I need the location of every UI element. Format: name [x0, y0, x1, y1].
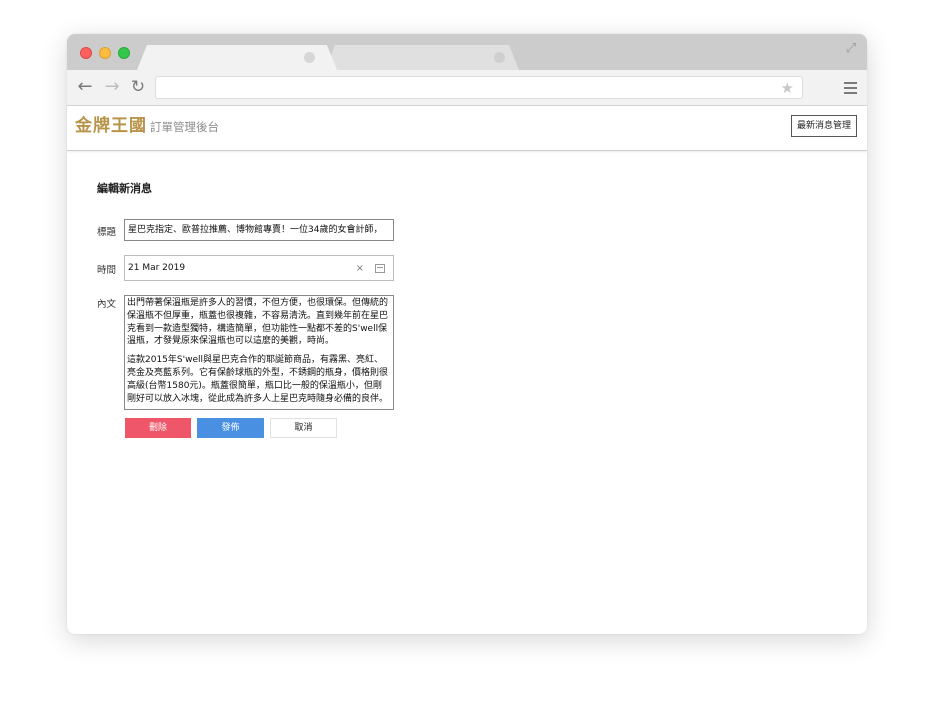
- tab-close-icon[interactable]: [304, 52, 315, 63]
- title-input[interactable]: 星巴克指定、歐普拉推薦、博物館專賣！一位34歲的女會計師，: [124, 219, 394, 241]
- delete-button[interactable]: 刪除: [125, 418, 191, 438]
- tab-bar: ⤢: [67, 34, 867, 70]
- menu-icon[interactable]: [844, 82, 857, 97]
- news-management-button[interactable]: 最新消息管理: [790, 115, 857, 137]
- calendar-icon[interactable]: [375, 264, 385, 273]
- browser-window: ⤢ ← → ↻ ★ 金牌王國 訂單管理後台 最新消息管理 編輯新消息 標題 星巴…: [67, 34, 867, 634]
- zoom-window-button[interactable]: [118, 47, 130, 59]
- body-label: 內文: [97, 299, 117, 310]
- title-label: 標題: [97, 227, 117, 238]
- bookmark-star-icon[interactable]: ★: [781, 79, 794, 97]
- date-value: 21 Mar 2019: [128, 263, 186, 273]
- minimize-window-button[interactable]: [99, 47, 111, 59]
- main-content: 編輯新消息 標題 星巴克指定、歐普拉推薦、博物館專賣！一位34歲的女會計師， 時…: [67, 151, 867, 634]
- app-subtitle: 訂單管理後台: [150, 120, 219, 134]
- address-bar[interactable]: ★: [155, 76, 803, 99]
- body-paragraph: 出門帶著保溫瓶是許多人的習慣，不但方便，也很環保。但傳統的保溫瓶不但厚重，瓶蓋也…: [127, 298, 389, 347]
- reload-icon[interactable]: ↻: [128, 76, 148, 98]
- cancel-button[interactable]: 取消: [270, 418, 337, 438]
- date-picker[interactable]: 21 Mar 2019 ×: [124, 255, 394, 281]
- back-icon[interactable]: ←: [75, 76, 95, 98]
- body-textarea[interactable]: 出門帶著保溫瓶是許多人的習慣，不但方便，也很環保。但傳統的保溫瓶不但厚重，瓶蓋也…: [124, 295, 394, 410]
- fullscreen-icon[interactable]: ⤢: [843, 41, 859, 57]
- clear-date-icon[interactable]: ×: [356, 257, 364, 281]
- brand-logo[interactable]: 金牌王國: [75, 116, 147, 136]
- page-title: 編輯新消息: [97, 182, 152, 195]
- publish-button[interactable]: 發佈: [197, 418, 264, 438]
- tab-close-icon[interactable]: [494, 52, 505, 63]
- body-paragraph: 這款2015年S'well與星巴克合作的耶誕節商品，有霧黑、亮紅、亮金及亮藍系列…: [127, 355, 389, 404]
- date-label: 時間: [97, 265, 117, 276]
- browser-toolbar: ← → ↻ ★: [67, 70, 867, 106]
- forward-icon[interactable]: →: [102, 76, 122, 98]
- close-window-button[interactable]: [80, 47, 92, 59]
- app-header: 金牌王國 訂單管理後台 最新消息管理: [67, 106, 867, 151]
- browser-tab-active[interactable]: [137, 45, 337, 70]
- browser-tab-inactive[interactable]: [325, 45, 519, 70]
